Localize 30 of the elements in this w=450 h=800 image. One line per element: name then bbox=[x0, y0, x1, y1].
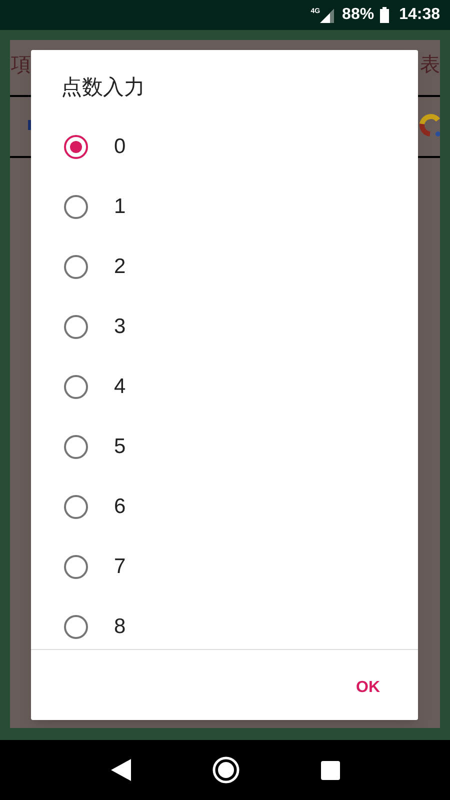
battery-percentage: 88% bbox=[342, 5, 374, 25]
radio-button[interactable] bbox=[64, 495, 88, 519]
radio-button[interactable] bbox=[64, 135, 88, 159]
option-label[interactable]: 6 bbox=[114, 491, 126, 523]
home-icon[interactable] bbox=[212, 756, 240, 784]
option-label[interactable]: 2 bbox=[114, 251, 126, 283]
option-label[interactable]: 5 bbox=[114, 431, 126, 463]
radio-button[interactable] bbox=[64, 255, 88, 279]
background-text: 表 bbox=[420, 55, 440, 75]
back-icon[interactable] bbox=[110, 759, 130, 781]
option-label[interactable]: 1 bbox=[114, 191, 126, 223]
dialog-title: 点数入力 bbox=[60, 75, 146, 101]
option-label[interactable]: 0 bbox=[114, 131, 126, 163]
radio-button[interactable] bbox=[64, 435, 88, 459]
option-label[interactable]: 8 bbox=[114, 611, 126, 643]
radio-button[interactable] bbox=[64, 315, 88, 339]
ok-button[interactable]: OK bbox=[348, 668, 388, 708]
radio-button[interactable] bbox=[64, 375, 88, 399]
recents-icon[interactable] bbox=[320, 760, 340, 780]
radio-button[interactable] bbox=[64, 195, 88, 219]
clock: 14:38 bbox=[399, 5, 440, 25]
signal-icon bbox=[320, 7, 336, 23]
option-label[interactable]: 7 bbox=[114, 551, 126, 583]
option-label[interactable]: 3 bbox=[114, 311, 126, 343]
radio-button[interactable] bbox=[64, 555, 88, 579]
radio-button[interactable] bbox=[64, 615, 88, 639]
option-label[interactable]: 4 bbox=[114, 371, 126, 403]
battery-icon bbox=[380, 7, 390, 23]
ring-icon bbox=[418, 112, 440, 138]
background-text: 項 bbox=[11, 55, 31, 75]
